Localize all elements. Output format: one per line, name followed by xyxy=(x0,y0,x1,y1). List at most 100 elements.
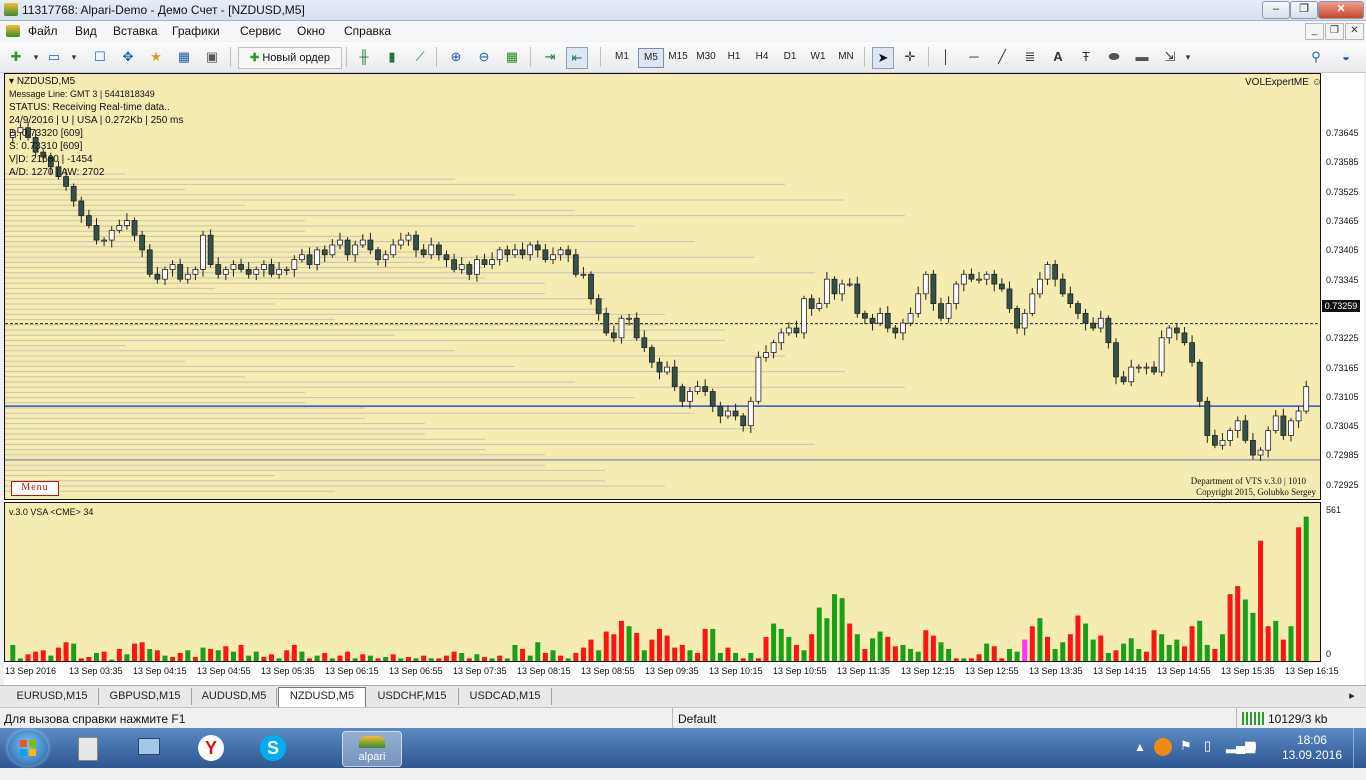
new-chart-dropdown-icon[interactable]: ▾ xyxy=(26,47,46,67)
alpari-label: alpari xyxy=(358,751,386,763)
menu-insert[interactable]: Вставка xyxy=(113,24,158,38)
market-watch-icon[interactable]: ☐ xyxy=(90,47,110,67)
yandex-browser-icon[interactable]: Y xyxy=(190,731,230,765)
tabs-scroll-right-icon[interactable]: ▸ xyxy=(1340,688,1364,705)
skype-icon[interactable]: S xyxy=(252,731,292,765)
timeframe-w1[interactable]: W1 xyxy=(806,48,830,66)
candlestick-chart-icon[interactable]: ▮ xyxy=(382,47,402,67)
text-label-icon[interactable]: Ŧ xyxy=(1076,47,1096,67)
price-tick-label: 0.73165 xyxy=(1326,362,1359,373)
community-icon[interactable]: ◒ xyxy=(1336,47,1356,67)
ellipse-icon[interactable]: ⬬ xyxy=(1104,47,1124,67)
menu-view[interactable]: Вид xyxy=(75,24,97,38)
volume-indicator-window[interactable]: v.3.0 VSA <CME> 34 xyxy=(4,502,1321,662)
network-computer-icon[interactable] xyxy=(128,731,168,765)
candle-body xyxy=(595,298,602,314)
network-signal-icon[interactable]: ▂▄▆ xyxy=(1226,738,1255,778)
candle-body xyxy=(671,366,678,388)
tab-nzdusd[interactable]: NZDUSD,M5 xyxy=(278,687,366,707)
volume-bar xyxy=(466,658,472,661)
zoom-out-icon[interactable]: ⊖ xyxy=(474,47,494,67)
time-tick-label: 13 Sep 14:15 xyxy=(1093,666,1147,676)
price-tick-label: 0.73645 xyxy=(1326,128,1359,139)
profiles-dropdown-icon[interactable]: ▾ xyxy=(64,47,84,67)
timeframe-h1[interactable]: H1 xyxy=(722,48,746,66)
navigator-icon[interactable]: ✥ xyxy=(118,47,138,67)
timeframe-m5[interactable]: M5 xyxy=(638,48,664,68)
menu-charts[interactable]: Графики xyxy=(172,24,220,38)
timeframe-d1[interactable]: D1 xyxy=(778,48,802,66)
start-button[interactable] xyxy=(8,730,48,766)
time-tick-label: 13 Sep 12:15 xyxy=(901,666,955,676)
show-desktop-button[interactable] xyxy=(1353,728,1366,768)
strategy-tester-icon[interactable]: ▣ xyxy=(202,47,222,67)
new-chart-icon[interactable]: ✚ xyxy=(6,47,26,67)
volume-icon[interactable]: 🔈︎ xyxy=(1252,738,1260,778)
search-icon[interactable]: ⚲ xyxy=(1306,47,1326,67)
rectangle-icon[interactable]: ▬ xyxy=(1132,47,1152,67)
price-axis[interactable]: 0.73645 0.73585 0.73525 0.73465 0.73405 0.733… xyxy=(1321,73,1364,500)
tab-gbpusd[interactable]: GBPUSD,M15 xyxy=(99,688,192,705)
terminal-icon[interactable]: ▦ xyxy=(174,47,194,67)
arrows-icon[interactable]: ⇲ xyxy=(1160,47,1180,67)
zoom-in-icon[interactable]: ⊕ xyxy=(446,47,466,67)
timeframe-m1[interactable]: M1 xyxy=(610,48,634,66)
candle-body xyxy=(519,249,526,256)
minimize-button[interactable]: – xyxy=(1262,1,1290,19)
menu-help[interactable]: Справка xyxy=(344,24,391,38)
candle-body xyxy=(1067,293,1074,304)
tray-expand-icon[interactable]: ▲ xyxy=(1134,740,1146,780)
timeframe-m15[interactable]: M15 xyxy=(666,48,690,66)
tab-usdcad[interactable]: USDCAD,M15 xyxy=(459,688,552,705)
tab-usdchf[interactable]: USDCHF,M15 xyxy=(366,688,459,705)
new-order-button[interactable]: ✚ Новый ордер xyxy=(238,47,342,69)
profiles-icon[interactable]: ▭ xyxy=(44,47,64,67)
candle-body xyxy=(397,239,404,246)
time-tick-label: 13 Sep 04:55 xyxy=(197,666,251,676)
child-restore-button[interactable]: ❐ xyxy=(1325,23,1344,40)
volume-bar xyxy=(154,650,160,661)
auto-scroll-icon[interactable]: ⇥ xyxy=(540,47,560,67)
restore-button[interactable]: ❐ xyxy=(1290,1,1318,19)
trendline-icon[interactable]: ╱ xyxy=(992,47,1012,67)
chart-menu-button[interactable]: Menu xyxy=(11,481,59,496)
channel-icon[interactable]: ≣ xyxy=(1020,47,1040,67)
volume-bar xyxy=(1258,540,1264,661)
volume-bar xyxy=(1212,648,1218,661)
volume-bar xyxy=(162,655,168,661)
arrows-dropdown-icon[interactable]: ▾ xyxy=(1178,47,1198,67)
taskbar-clock[interactable]: 18:06 13.09.2016 xyxy=(1282,733,1342,763)
time-tick-label: 13 Sep 16:15 xyxy=(1285,666,1339,676)
horizontal-line-icon[interactable]: ─ xyxy=(964,47,984,67)
price-chart[interactable]: ▾ NZDUSD,M5 Message Line: GMT 3 | 544181… xyxy=(4,73,1321,500)
favorites-icon[interactable]: ★ xyxy=(146,47,166,67)
line-chart-icon[interactable]: ⟋ xyxy=(410,47,430,67)
text-icon[interactable]: A xyxy=(1048,47,1068,67)
expert-smiley-icon[interactable]: ☺ xyxy=(1312,77,1320,88)
vertical-line-icon[interactable]: │ xyxy=(936,47,956,67)
tray-app-icon[interactable] xyxy=(1154,738,1172,756)
timeframe-mn[interactable]: MN xyxy=(834,48,858,66)
volume-bar xyxy=(1128,638,1134,661)
bar-chart-icon[interactable]: ╫ xyxy=(354,47,374,67)
crosshair-icon[interactable]: ✛ xyxy=(900,47,920,67)
child-minimize-button[interactable]: _ xyxy=(1305,23,1324,40)
child-close-button[interactable]: ✕ xyxy=(1345,23,1364,40)
cursor-icon[interactable]: ➤ xyxy=(872,47,894,69)
menu-tools[interactable]: Сервис xyxy=(240,24,281,38)
battery-icon[interactable]: ▯ xyxy=(1204,738,1211,778)
calculator-icon[interactable] xyxy=(66,731,106,765)
timeframe-h4[interactable]: H4 xyxy=(750,48,774,66)
alpari-taskbar-button[interactable]: alpari xyxy=(342,731,402,767)
tab-eurusd[interactable]: EURUSD,M15 xyxy=(6,688,99,705)
tab-audusd[interactable]: AUDUSD,M5 xyxy=(192,688,277,705)
menu-file[interactable]: Файл xyxy=(28,24,58,38)
close-button[interactable]: ✕ xyxy=(1318,1,1364,19)
timeframe-m30[interactable]: M30 xyxy=(694,48,718,66)
tile-windows-icon[interactable]: ▦ xyxy=(502,47,522,67)
candle-body xyxy=(664,366,671,373)
menu-window[interactable]: Окно xyxy=(297,24,325,38)
time-tick-label: 13 Sep 06:55 xyxy=(389,666,443,676)
chart-shift-icon[interactable]: ⇤ xyxy=(566,47,588,69)
tray-flag-icon[interactable]: ⚑ xyxy=(1180,738,1192,778)
